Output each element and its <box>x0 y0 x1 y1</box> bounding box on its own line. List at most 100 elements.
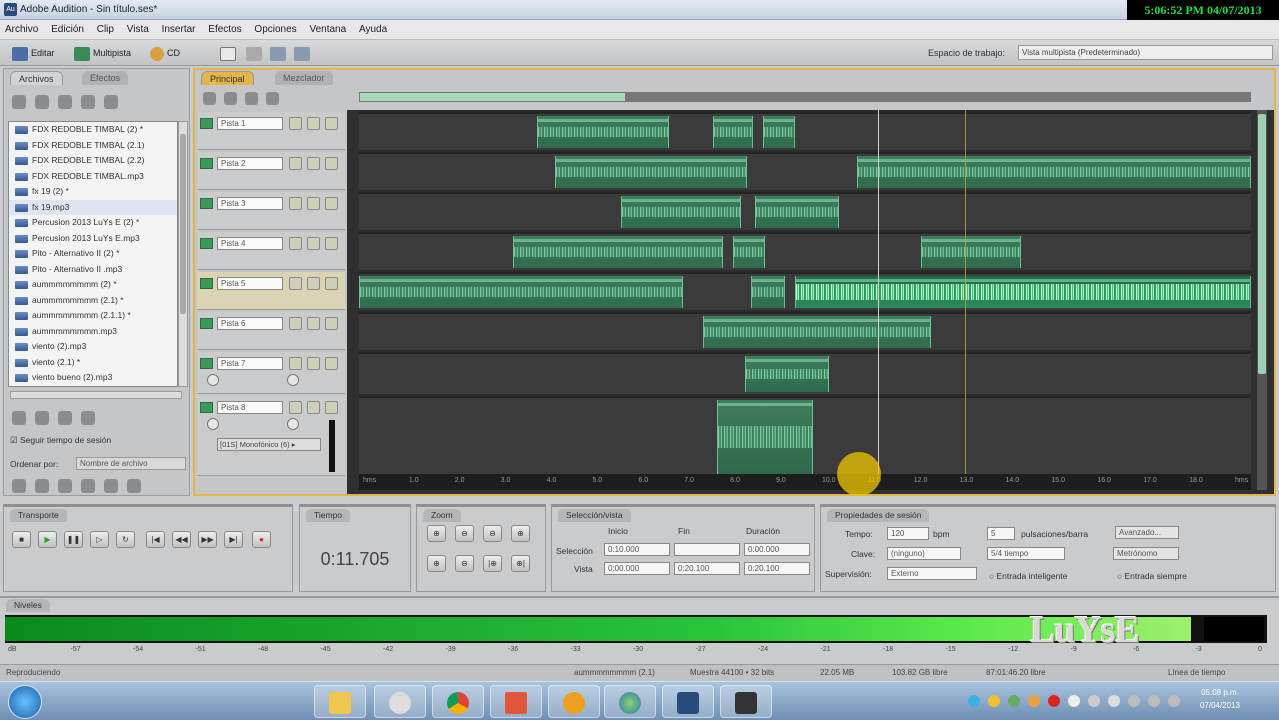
close-file-icon[interactable] <box>58 95 72 109</box>
track-lane[interactable] <box>359 154 1251 192</box>
file-list-item[interactable]: FDX REDOBLE TIMBAL (2) * <box>9 122 177 138</box>
view-audio-icon[interactable] <box>12 479 26 493</box>
audio-clip[interactable] <box>751 276 785 308</box>
playhead[interactable] <box>878 110 879 490</box>
volume-knob[interactable] <box>207 374 219 386</box>
tempo-field[interactable]: 120 <box>887 527 929 540</box>
audio-clip[interactable] <box>755 196 839 228</box>
audio-clip[interactable] <box>713 116 753 148</box>
scrub-tool[interactable] <box>294 44 313 62</box>
overview-visible-range[interactable] <box>360 93 625 101</box>
tray-icon-1[interactable] <box>968 695 980 707</box>
hybrid-tool[interactable] <box>270 44 289 62</box>
track-name-field[interactable]: Pista 1 <box>217 117 283 130</box>
tracks-vertical-scrollbar[interactable] <box>1257 110 1267 490</box>
track-lane[interactable] <box>359 114 1251 152</box>
zoom-out-full-button[interactable]: ⊖ <box>483 525 502 542</box>
zoom-in-amplitude-button[interactable]: ⊕ <box>427 525 446 542</box>
pause-button[interactable]: ❚❚ <box>64 531 83 548</box>
track-enable-icon[interactable] <box>200 238 213 249</box>
audio-clip[interactable] <box>513 236 723 268</box>
track-header[interactable]: Pista 4 <box>197 232 345 270</box>
taskbar-audition[interactable] <box>662 685 714 718</box>
flag-icon[interactable] <box>1068 695 1080 707</box>
loop-icon[interactable] <box>12 411 26 425</box>
view-loops-icon[interactable] <box>35 479 49 493</box>
taskbar-clock[interactable]: 05:08 p.m. 07/04/2013 <box>1196 686 1244 712</box>
track-lane[interactable] <box>359 314 1251 352</box>
insert-icon[interactable] <box>81 95 95 109</box>
metronome-button[interactable]: Metrónomo <box>1113 547 1179 560</box>
selection-end-field[interactable] <box>674 543 740 556</box>
file-list-item[interactable]: Pito - Alternativo II (2) * <box>9 246 177 262</box>
edit-view-button[interactable]: Editar <box>12 44 55 62</box>
view-video-icon[interactable] <box>58 479 72 493</box>
tab-principal[interactable]: Principal <box>201 71 254 85</box>
track-name-field[interactable]: Pista 4 <box>217 237 283 250</box>
record-arm-button[interactable] <box>325 197 338 210</box>
audio-clip[interactable] <box>857 156 1251 188</box>
file-list-item[interactable]: viento bueno (2).mp3 <box>9 370 177 386</box>
audio-clip[interactable] <box>745 356 829 392</box>
view-end-field[interactable]: 0:20.100 <box>674 562 740 575</box>
tracks-area[interactable] <box>359 110 1251 490</box>
file-list-item[interactable]: aummmmmmmm.mp3 <box>9 324 177 340</box>
vertical-scrollbar-thumb[interactable] <box>1258 114 1266 374</box>
audio-clip[interactable] <box>921 236 1021 268</box>
file-list-item[interactable]: FDX REDOBLE TIMBAL (2.2) <box>9 153 177 169</box>
track-enable-icon[interactable] <box>200 278 213 289</box>
taskbar-globe[interactable] <box>604 685 656 718</box>
file-list-item[interactable]: Percusion 2013 LuYs E.mp3 <box>9 231 177 247</box>
edit-file-icon[interactable] <box>104 95 118 109</box>
file-list-item[interactable]: viento (2).mp3 <box>9 339 177 355</box>
file-list-item[interactable]: aummmmmmmm (2.1.1) * <box>9 308 177 324</box>
import-icon[interactable] <box>35 95 49 109</box>
track-name-field[interactable]: Pista 5 <box>217 277 283 290</box>
sends-icon[interactable] <box>245 92 258 105</box>
sort-select[interactable]: Nombre de archivo <box>76 457 186 470</box>
go-to-start-button[interactable]: |◀ <box>146 531 165 548</box>
track-header[interactable]: Pista 2 <box>197 152 345 190</box>
tray-icon-7[interactable] <box>1148 695 1160 707</box>
taskbar-camera[interactable] <box>720 685 772 718</box>
tray-icon-6[interactable] <box>1128 695 1140 707</box>
pan-knob[interactable] <box>287 418 299 430</box>
track-header[interactable]: Pista 1 <box>197 112 345 150</box>
go-to-end-button[interactable]: ▶| <box>224 531 243 548</box>
track-enable-icon[interactable] <box>200 118 213 129</box>
mute-button[interactable] <box>289 317 302 330</box>
track-name-field[interactable]: Pista 2 <box>217 157 283 170</box>
zoom-in-button[interactable]: ⊕ <box>511 525 530 542</box>
track-lane[interactable] <box>359 354 1251 396</box>
mute-button[interactable] <box>289 401 302 414</box>
menu-opciones[interactable]: Opciones <box>249 20 301 35</box>
open-file-icon[interactable] <box>12 95 26 109</box>
record-arm-button[interactable] <box>325 317 338 330</box>
audio-clip[interactable] <box>555 156 747 188</box>
effects-icon[interactable] <box>224 92 237 105</box>
track-enable-icon[interactable] <box>200 158 213 169</box>
tab-mezclador[interactable]: Mezclador <box>275 71 333 85</box>
file-list-item[interactable]: viento (2.1) * <box>9 355 177 371</box>
selection-start-field[interactable]: 0:10.000 <box>604 543 670 556</box>
track-enable-icon[interactable] <box>200 358 213 369</box>
edit-tracks-icon[interactable] <box>203 92 216 105</box>
multitrack-view-button[interactable]: Multipista <box>74 44 131 62</box>
file-list-item[interactable]: fx 19 (2) * <box>9 184 177 200</box>
audio-clip[interactable] <box>763 116 795 148</box>
start-button[interactable] <box>8 685 42 719</box>
mute-button[interactable] <box>289 277 302 290</box>
zoom-out-amplitude-button[interactable]: ⊖ <box>455 525 474 542</box>
audio-clip[interactable] <box>703 316 931 348</box>
timeline-ruler[interactable]: hms1.02.03.04.05.06.07.08.09.010.011.012… <box>359 474 1251 490</box>
track-header[interactable]: Pista 6 <box>197 312 345 350</box>
view-markers-icon[interactable] <box>127 479 141 493</box>
move-tool[interactable] <box>246 44 265 62</box>
smart-input-radio[interactable]: ○ Entrada inteligente <box>989 571 1067 581</box>
file-list-item[interactable]: aummmmmmmm (2.1) * <box>9 293 177 309</box>
tray-icon-4[interactable] <box>1028 695 1040 707</box>
track-output-select[interactable]: [01S] Monofónico (6) ▸ <box>217 438 321 451</box>
play-from-cursor-button[interactable]: ▷ <box>90 531 109 548</box>
audio-clip[interactable] <box>717 400 813 474</box>
track-header[interactable]: Pista 3 <box>197 192 345 230</box>
